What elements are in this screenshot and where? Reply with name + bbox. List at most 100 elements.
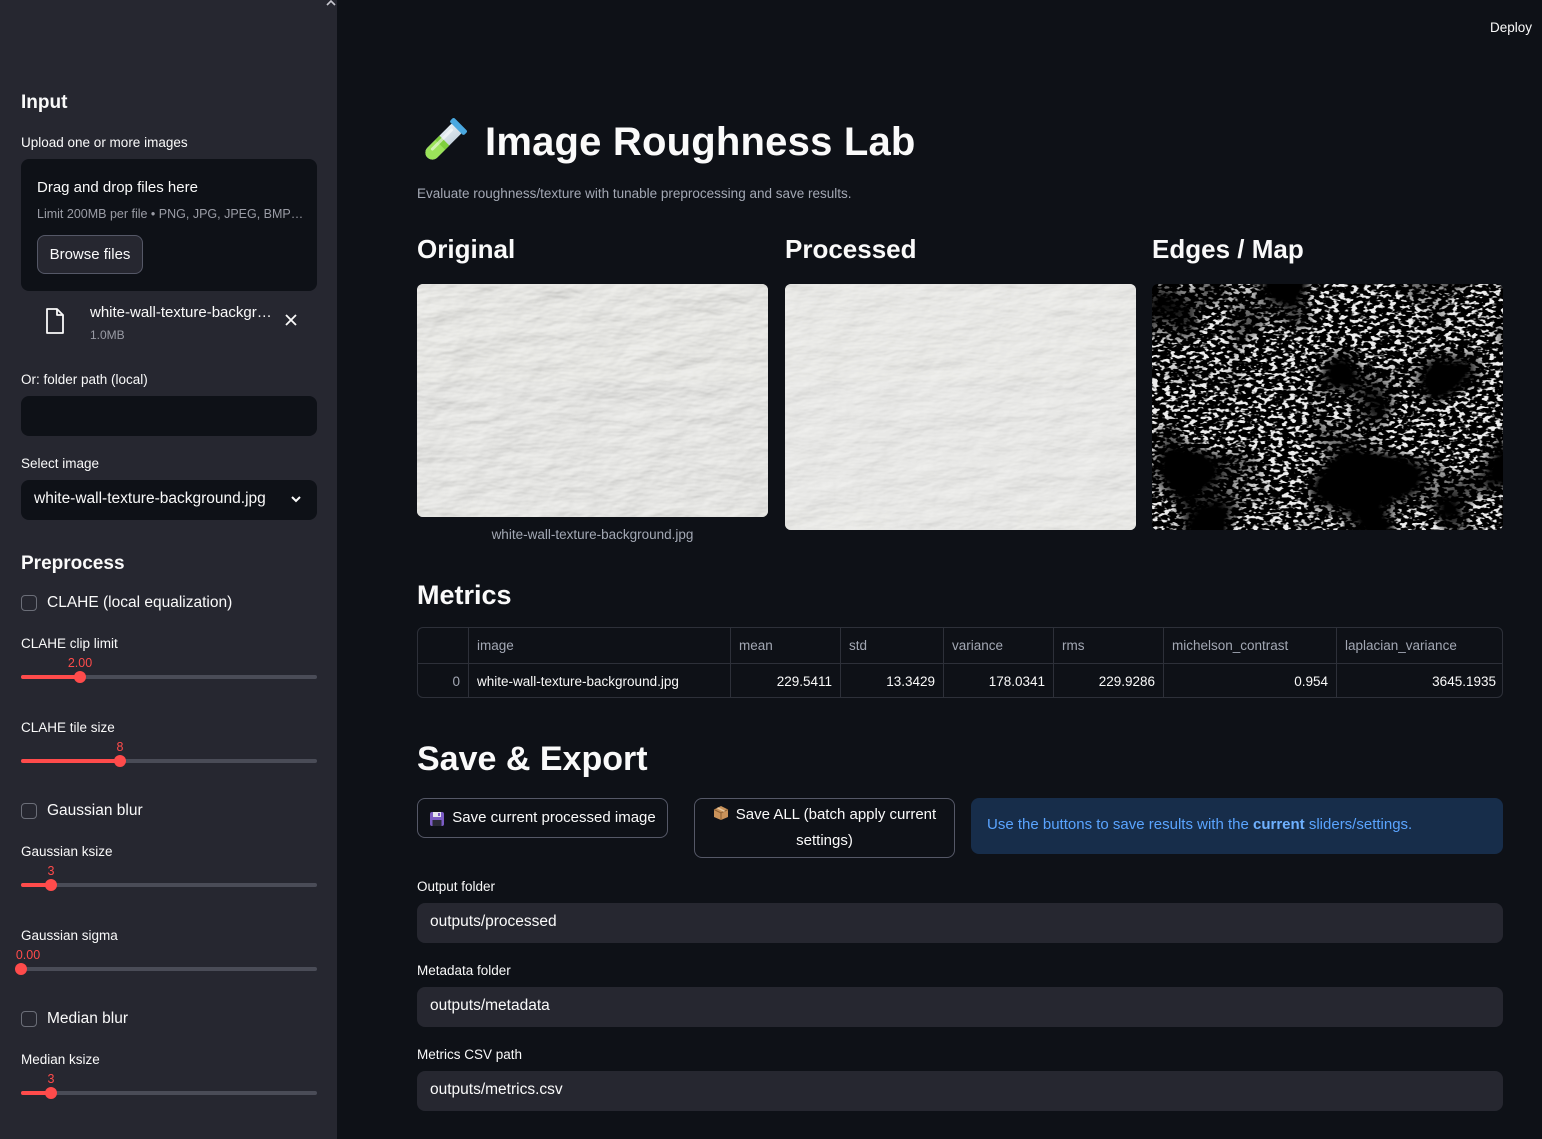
table-cell-index: 0 — [418, 664, 469, 697]
metadata-folder-value: outputs/metadata — [430, 997, 550, 1014]
clahe-tile-label: CLAHE tile size — [21, 720, 115, 735]
slider-thumb[interactable] — [15, 963, 27, 975]
info-alert: Use the buttons to save results with the… — [971, 798, 1503, 854]
table-row[interactable]: 0 white-wall-texture-background.jpg 229.… — [418, 664, 1502, 697]
floppy-disk-icon — [429, 810, 445, 826]
table-cell[interactable]: 3645.1935 — [1337, 664, 1502, 697]
slider-value: 3 — [47, 1072, 55, 1086]
sidebar: Input Upload one or more images Drag and… — [0, 0, 337, 1139]
file-name: white-wall-texture-backgr… — [90, 304, 272, 321]
original-image — [417, 284, 768, 517]
slider-fill — [21, 675, 80, 679]
table-header-cell[interactable]: rms — [1054, 628, 1164, 663]
table-cell[interactable]: 13.3429 — [841, 664, 944, 697]
processed-heading: Processed — [785, 234, 917, 264]
metrics-table[interactable]: image mean std variance rms michelson_co… — [417, 627, 1503, 698]
page-title: Image Roughness Lab — [485, 119, 916, 164]
info-text-bold: current — [1252, 816, 1305, 833]
gaussian-checkbox[interactable]: Gaussian blur — [21, 800, 143, 822]
page-header: Image Roughness Lab — [417, 116, 916, 168]
slider-track[interactable] — [21, 967, 317, 971]
info-text-suffix: sliders/settings. — [1304, 816, 1413, 833]
preprocess-heading: Preprocess — [21, 553, 125, 574]
slider-thumb[interactable] — [114, 755, 126, 767]
metrics-heading: Metrics — [417, 580, 512, 610]
dropzone-limit: Limit 200MB per file • PNG, JPG, JPEG, B… — [37, 207, 304, 221]
save-all-label-2: settings) — [796, 832, 853, 849]
collapse-chevron-icon[interactable] — [324, 0, 337, 12]
gaussian-ksize-slider[interactable]: 3 — [21, 864, 317, 894]
original-heading: Original — [417, 234, 516, 264]
select-image-value: white-wall-texture-background.jpg — [34, 490, 266, 507]
table-header-cell[interactable]: laplacian_variance — [1337, 628, 1502, 663]
clahe-checkbox-box[interactable] — [21, 595, 37, 611]
clahe-checkbox-label: CLAHE (local equalization) — [47, 594, 233, 611]
table-cell[interactable]: 229.5411 — [731, 664, 841, 697]
slider-value: 8 — [116, 740, 124, 754]
chevron-down-icon — [289, 492, 303, 506]
clahe-tile-slider[interactable]: 8 — [21, 740, 317, 770]
clahe-clip-label: CLAHE clip limit — [21, 636, 118, 651]
page-subtitle: Evaluate roughness/texture with tunable … — [417, 186, 852, 201]
metrics-csv-label: Metrics CSV path — [417, 1047, 523, 1062]
folder-path-input[interactable] — [21, 396, 317, 436]
median-checkbox[interactable]: Median blur — [21, 1008, 128, 1030]
slider-thumb[interactable] — [45, 879, 57, 891]
median-checkbox-box[interactable] — [21, 1011, 37, 1027]
slider-fill — [21, 759, 120, 763]
file-icon — [45, 308, 65, 334]
upload-label: Upload one or more images — [21, 135, 188, 150]
table-cell[interactable]: 0.954 — [1164, 664, 1337, 697]
slider-track[interactable] — [21, 1091, 317, 1095]
metrics-csv-input[interactable]: outputs/metrics.csv — [417, 1071, 1503, 1111]
edges-heading: Edges / Map — [1152, 234, 1304, 264]
select-image-dropdown[interactable]: white-wall-texture-background.jpg — [21, 480, 317, 520]
metrics-csv-value: outputs/metrics.csv — [430, 1081, 563, 1098]
table-header-cell[interactable]: image — [469, 628, 731, 663]
deploy-button[interactable]: Deploy — [1480, 20, 1542, 38]
app: Input Upload one or more images Drag and… — [0, 0, 1542, 1139]
slider-value: 0.00 — [15, 948, 41, 962]
test-tube-icon — [417, 116, 469, 168]
file-size: 1.0MB — [90, 328, 125, 342]
clahe-clip-slider[interactable]: 2.00 — [21, 656, 317, 686]
gaussian-ksize-label: Gaussian ksize — [21, 844, 113, 859]
package-icon — [713, 804, 729, 820]
clahe-checkbox[interactable]: CLAHE (local equalization) — [21, 592, 232, 614]
table-header-row: image mean std variance rms michelson_co… — [418, 628, 1502, 663]
dropzone-title: Drag and drop files here — [37, 179, 198, 196]
table-cell[interactable]: 178.0341 — [944, 664, 1054, 697]
save-all-line1-wrap: Save ALL (batch apply current — [713, 802, 936, 828]
slider-value: 3 — [47, 864, 55, 878]
gaussian-checkbox-box[interactable] — [21, 803, 37, 819]
file-dropzone[interactable]: Drag and drop files here Limit 200MB per… — [21, 159, 317, 291]
output-folder-label: Output folder — [417, 879, 496, 894]
gaussian-checkbox-label: Gaussian blur — [47, 802, 143, 819]
table-cell[interactable]: 229.9286 — [1054, 664, 1164, 697]
output-folder-value: outputs/processed — [430, 913, 557, 930]
edges-map-image — [1152, 284, 1503, 530]
table-header-cell[interactable]: mean — [731, 628, 841, 663]
save-current-label: Save current processed image — [452, 809, 656, 826]
save-current-button[interactable]: Save current processed image — [417, 798, 668, 838]
output-folder-input[interactable]: outputs/processed — [417, 903, 1503, 943]
slider-track[interactable] — [21, 883, 317, 887]
median-ksize-label: Median ksize — [21, 1052, 100, 1067]
median-ksize-slider[interactable]: 3 — [21, 1072, 317, 1102]
slider-thumb[interactable] — [45, 1087, 57, 1099]
table-header-cell[interactable]: std — [841, 628, 944, 663]
slider-thumb[interactable] — [74, 671, 86, 683]
select-image-label: Select image — [21, 456, 100, 471]
gaussian-sigma-label: Gaussian sigma — [21, 928, 118, 943]
image-caption: white-wall-texture-background.jpg — [491, 527, 694, 542]
browse-files-button[interactable]: Browse files — [37, 235, 143, 274]
folder-path-label: Or: folder path (local) — [21, 372, 148, 387]
save-all-button[interactable]: Save ALL (batch apply current settings) — [694, 798, 955, 858]
table-header-cell[interactable]: variance — [944, 628, 1054, 663]
close-icon[interactable] — [283, 312, 299, 330]
gaussian-sigma-slider[interactable]: 0.00 — [15, 948, 317, 978]
metadata-folder-input[interactable]: outputs/metadata — [417, 987, 1503, 1027]
table-header-cell[interactable]: michelson_contrast — [1164, 628, 1337, 663]
info-text-prefix: Use the buttons to save results with the — [987, 816, 1253, 833]
table-cell[interactable]: white-wall-texture-background.jpg — [469, 664, 731, 697]
